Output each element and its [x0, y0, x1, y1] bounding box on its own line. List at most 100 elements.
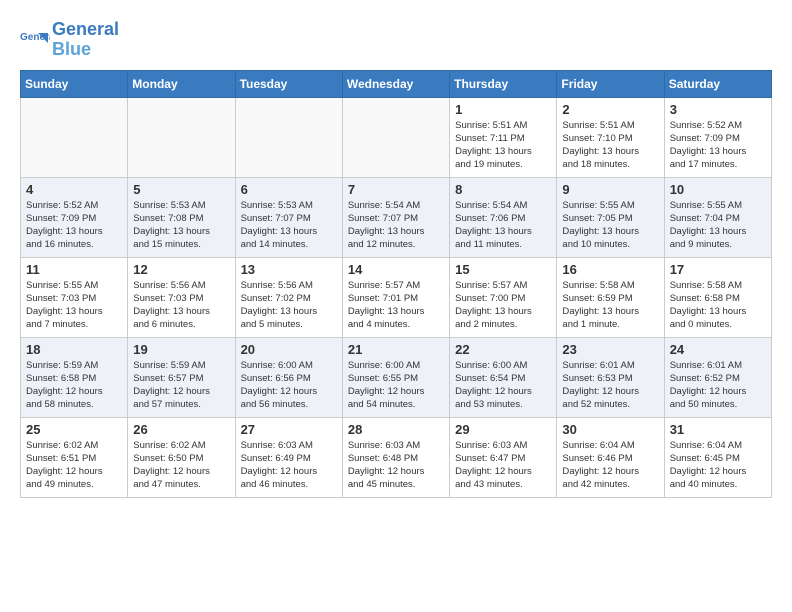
day-detail: Sunrise: 6:03 AM Sunset: 6:48 PM Dayligh… — [348, 439, 444, 492]
day-number: 22 — [455, 342, 551, 357]
day-detail: Sunrise: 5:52 AM Sunset: 7:09 PM Dayligh… — [26, 199, 122, 252]
calendar-cell: 5 Sunrise: 5:53 AM Sunset: 7:08 PM Daylig… — [128, 177, 235, 257]
day-detail: Sunrise: 5:58 AM Sunset: 6:58 PM Dayligh… — [670, 279, 766, 332]
calendar-cell — [128, 97, 235, 177]
day-number: 17 — [670, 262, 766, 277]
day-detail: Sunrise: 6:02 AM Sunset: 6:50 PM Dayligh… — [133, 439, 229, 492]
day-number: 24 — [670, 342, 766, 357]
day-number: 14 — [348, 262, 444, 277]
day-number: 3 — [670, 102, 766, 117]
day-detail: Sunrise: 5:59 AM Sunset: 6:57 PM Dayligh… — [133, 359, 229, 412]
calendar-cell: 21 Sunrise: 6:00 AM Sunset: 6:55 PM Dayli… — [342, 337, 449, 417]
day-number: 21 — [348, 342, 444, 357]
calendar-cell: 31Sunrise: 6:04 AM Sunset: 6:45 PM Dayli… — [664, 417, 771, 497]
calendar-cell: 8Sunrise: 5:54 AM Sunset: 7:06 PM Daylig… — [450, 177, 557, 257]
calendar-cell: 6 Sunrise: 5:53 AM Sunset: 7:07 PM Daylig… — [235, 177, 342, 257]
day-header-thursday: Thursday — [450, 70, 557, 97]
day-number: 6 — [241, 182, 337, 197]
calendar-cell: 15 Sunrise: 5:57 AM Sunset: 7:00 PM Dayli… — [450, 257, 557, 337]
day-detail: Sunrise: 5:55 AM Sunset: 7:05 PM Dayligh… — [562, 199, 658, 252]
calendar-cell: 3Sunrise: 5:52 AM Sunset: 7:09 PM Daylig… — [664, 97, 771, 177]
day-number: 12 — [133, 262, 229, 277]
day-detail: Sunrise: 5:55 AM Sunset: 7:03 PM Dayligh… — [26, 279, 122, 332]
logo: General GeneralBlue — [20, 20, 119, 60]
calendar-cell: 20 Sunrise: 6:00 AM Sunset: 6:56 PM Dayli… — [235, 337, 342, 417]
calendar-cell: 19 Sunrise: 5:59 AM Sunset: 6:57 PM Dayli… — [128, 337, 235, 417]
day-number: 13 — [241, 262, 337, 277]
day-number: 30 — [562, 422, 658, 437]
day-number: 15 — [455, 262, 551, 277]
day-detail: Sunrise: 6:03 AM Sunset: 6:47 PM Dayligh… — [455, 439, 551, 492]
day-detail: Sunrise: 5:51 AM Sunset: 7:11 PM Dayligh… — [455, 119, 551, 172]
day-number: 26 — [133, 422, 229, 437]
day-number: 19 — [133, 342, 229, 357]
calendar-header-row: SundayMondayTuesdayWednesdayThursdayFrid… — [21, 70, 772, 97]
day-detail: Sunrise: 5:53 AM Sunset: 7:08 PM Dayligh… — [133, 199, 229, 252]
day-detail: Sunrise: 5:55 AM Sunset: 7:04 PM Dayligh… — [670, 199, 766, 252]
calendar-cell: 9 Sunrise: 5:55 AM Sunset: 7:05 PM Daylig… — [557, 177, 664, 257]
calendar-cell: 30 Sunrise: 6:04 AM Sunset: 6:46 PM Dayli… — [557, 417, 664, 497]
day-detail: Sunrise: 6:01 AM Sunset: 6:52 PM Dayligh… — [670, 359, 766, 412]
day-header-tuesday: Tuesday — [235, 70, 342, 97]
calendar-cell: 22Sunrise: 6:00 AM Sunset: 6:54 PM Dayli… — [450, 337, 557, 417]
calendar-cell: 4 Sunrise: 5:52 AM Sunset: 7:09 PM Daylig… — [21, 177, 128, 257]
day-header-friday: Friday — [557, 70, 664, 97]
day-number: 8 — [455, 182, 551, 197]
day-number: 4 — [26, 182, 122, 197]
day-detail: Sunrise: 6:01 AM Sunset: 6:53 PM Dayligh… — [562, 359, 658, 412]
day-number: 29 — [455, 422, 551, 437]
day-detail: Sunrise: 5:56 AM Sunset: 7:03 PM Dayligh… — [133, 279, 229, 332]
day-number: 7 — [348, 182, 444, 197]
day-number: 25 — [26, 422, 122, 437]
day-header-monday: Monday — [128, 70, 235, 97]
calendar-cell: 26 Sunrise: 6:02 AM Sunset: 6:50 PM Dayli… — [128, 417, 235, 497]
day-number: 10 — [670, 182, 766, 197]
calendar-cell: 17 Sunrise: 5:58 AM Sunset: 6:58 PM Dayli… — [664, 257, 771, 337]
calendar-cell: 23 Sunrise: 6:01 AM Sunset: 6:53 PM Dayli… — [557, 337, 664, 417]
day-detail: Sunrise: 6:00 AM Sunset: 6:56 PM Dayligh… — [241, 359, 337, 412]
week-row-5: 25 Sunrise: 6:02 AM Sunset: 6:51 PM Dayli… — [21, 417, 772, 497]
day-number: 23 — [562, 342, 658, 357]
day-number: 2 — [562, 102, 658, 117]
calendar-cell — [21, 97, 128, 177]
calendar-cell: 1 Sunrise: 5:51 AM Sunset: 7:11 PM Daylig… — [450, 97, 557, 177]
calendar-cell: 29 Sunrise: 6:03 AM Sunset: 6:47 PM Dayli… — [450, 417, 557, 497]
calendar-cell: 16 Sunrise: 5:58 AM Sunset: 6:59 PM Dayli… — [557, 257, 664, 337]
week-row-2: 4 Sunrise: 5:52 AM Sunset: 7:09 PM Daylig… — [21, 177, 772, 257]
calendar-cell: 28 Sunrise: 6:03 AM Sunset: 6:48 PM Dayli… — [342, 417, 449, 497]
day-detail: Sunrise: 6:04 AM Sunset: 6:46 PM Dayligh… — [562, 439, 658, 492]
day-detail: Sunrise: 5:53 AM Sunset: 7:07 PM Dayligh… — [241, 199, 337, 252]
week-row-4: 18 Sunrise: 5:59 AM Sunset: 6:58 PM Dayli… — [21, 337, 772, 417]
day-header-wednesday: Wednesday — [342, 70, 449, 97]
calendar-cell: 2Sunrise: 5:51 AM Sunset: 7:10 PM Daylig… — [557, 97, 664, 177]
calendar-cell — [235, 97, 342, 177]
day-detail: Sunrise: 5:57 AM Sunset: 7:00 PM Dayligh… — [455, 279, 551, 332]
day-detail: Sunrise: 5:56 AM Sunset: 7:02 PM Dayligh… — [241, 279, 337, 332]
day-number: 18 — [26, 342, 122, 357]
calendar-cell — [342, 97, 449, 177]
day-detail: Sunrise: 6:03 AM Sunset: 6:49 PM Dayligh… — [241, 439, 337, 492]
day-number: 11 — [26, 262, 122, 277]
calendar-cell: 27Sunrise: 6:03 AM Sunset: 6:49 PM Dayli… — [235, 417, 342, 497]
day-number: 9 — [562, 182, 658, 197]
calendar-cell: 10 Sunrise: 5:55 AM Sunset: 7:04 PM Dayli… — [664, 177, 771, 257]
calendar-cell: 7 Sunrise: 5:54 AM Sunset: 7:07 PM Daylig… — [342, 177, 449, 257]
day-number: 5 — [133, 182, 229, 197]
day-number: 20 — [241, 342, 337, 357]
day-header-saturday: Saturday — [664, 70, 771, 97]
day-number: 1 — [455, 102, 551, 117]
day-detail: Sunrise: 6:00 AM Sunset: 6:55 PM Dayligh… — [348, 359, 444, 412]
calendar-body: 1 Sunrise: 5:51 AM Sunset: 7:11 PM Daylig… — [21, 97, 772, 497]
calendar-cell: 12 Sunrise: 5:56 AM Sunset: 7:03 PM Dayli… — [128, 257, 235, 337]
calendar-cell: 25 Sunrise: 6:02 AM Sunset: 6:51 PM Dayli… — [21, 417, 128, 497]
day-detail: Sunrise: 5:54 AM Sunset: 7:07 PM Dayligh… — [348, 199, 444, 252]
logo-icon: General — [20, 25, 50, 55]
day-number: 16 — [562, 262, 658, 277]
day-detail: Sunrise: 6:02 AM Sunset: 6:51 PM Dayligh… — [26, 439, 122, 492]
page-header: General GeneralBlue — [20, 20, 772, 60]
day-detail: Sunrise: 5:59 AM Sunset: 6:58 PM Dayligh… — [26, 359, 122, 412]
calendar-cell: 13 Sunrise: 5:56 AM Sunset: 7:02 PM Dayli… — [235, 257, 342, 337]
day-number: 28 — [348, 422, 444, 437]
day-detail: Sunrise: 5:58 AM Sunset: 6:59 PM Dayligh… — [562, 279, 658, 332]
calendar-cell: 18 Sunrise: 5:59 AM Sunset: 6:58 PM Dayli… — [21, 337, 128, 417]
